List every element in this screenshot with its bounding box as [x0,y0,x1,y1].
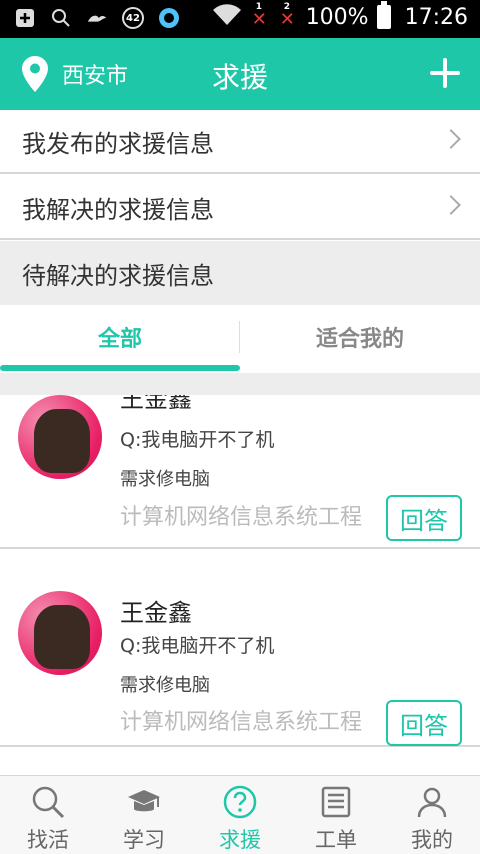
search-icon [50,7,72,29]
graduation-cap-icon [128,790,160,812]
need-text: 需求修电脑 [120,469,210,490]
nav-label: 学习 [123,828,165,852]
nav-mine[interactable]: 我的 [384,776,480,854]
list-item[interactable]: 王金鑫 Q:我电脑开不了机 需求修电脑 计算机网络信息系统工程 回答 [0,395,480,549]
no-signal-sim1-icon: 1 ✕ [251,2,267,30]
active-tab-indicator [0,365,240,371]
help-circle-icon [223,785,257,819]
avatar[interactable] [18,591,102,675]
list-item[interactable]: 王金鑫 Q:我电脑开不了机 需求修电脑 计算机网络信息系统工程 回答 [0,571,480,747]
wifi-icon [212,4,242,30]
battery-percent: 100% [305,4,369,30]
nav-study[interactable]: 学习 [96,776,192,854]
answer-button[interactable]: 回答 [386,700,462,746]
nav-find-work[interactable]: 找活 [0,776,96,854]
bottom-nav: 找活 学习 求援 工单 我的 [0,775,480,854]
question-text: Q:我电脑开不了机 [120,635,275,657]
chevron-right-icon [441,195,461,215]
weather-icon [86,7,108,29]
my-published-requests-row[interactable]: 我发布的求援信息 [0,110,480,174]
answer-button[interactable]: 回答 [386,495,462,541]
my-solved-requests-label: 我解决的求援信息 [22,195,214,224]
nav-label: 工单 [315,828,357,852]
page-title: 求援 [211,61,268,94]
requester-name: 王金鑫 [120,599,192,627]
notification-42-icon: 42 [122,7,144,29]
tab-all[interactable]: 全部 [0,305,240,369]
list-document-icon [321,786,351,818]
add-request-button[interactable] [430,58,460,88]
search-icon [32,786,65,819]
chevron-right-icon [441,129,461,149]
question-text: Q:我电脑开不了机 [120,429,275,451]
status-bar: 42 1 ✕ 2 ✕ 100% 17:26 [0,0,480,38]
my-published-requests-label: 我发布的求援信息 [22,129,214,158]
nav-help[interactable]: 求援 [192,776,288,854]
nav-label: 找活 [27,828,69,852]
pending-requests-header: 待解决的求援信息 [0,241,480,305]
category-text: 计算机网络信息系统工程 [120,710,363,735]
app-q-icon [158,7,180,29]
nav-label: 我的 [411,828,453,852]
filter-tabs: 全部 适合我的 [0,305,480,373]
person-icon [417,787,447,818]
category-text: 计算机网络信息系统工程 [120,505,363,530]
clock: 17:26 [404,4,468,30]
nav-work-orders[interactable]: 工单 [288,776,384,854]
requester-name: 王金鑫 [120,395,192,413]
need-text: 需求修电脑 [120,675,210,696]
no-signal-sim2-icon: 2 ✕ [279,2,295,30]
nav-label: 求援 [219,828,261,852]
avatar[interactable] [18,395,102,479]
tab-suitable-for-me[interactable]: 适合我的 [240,305,480,369]
battery-icon [376,1,391,29]
request-list[interactable]: 王金鑫 Q:我电脑开不了机 需求修电脑 计算机网络信息系统工程 回答 王金鑫 Q… [0,395,480,775]
add-box-icon [14,7,36,29]
app-header: 西安市 求援 [0,38,480,110]
my-solved-requests-row[interactable]: 我解决的求援信息 [0,176,480,240]
list-separator [0,373,480,395]
